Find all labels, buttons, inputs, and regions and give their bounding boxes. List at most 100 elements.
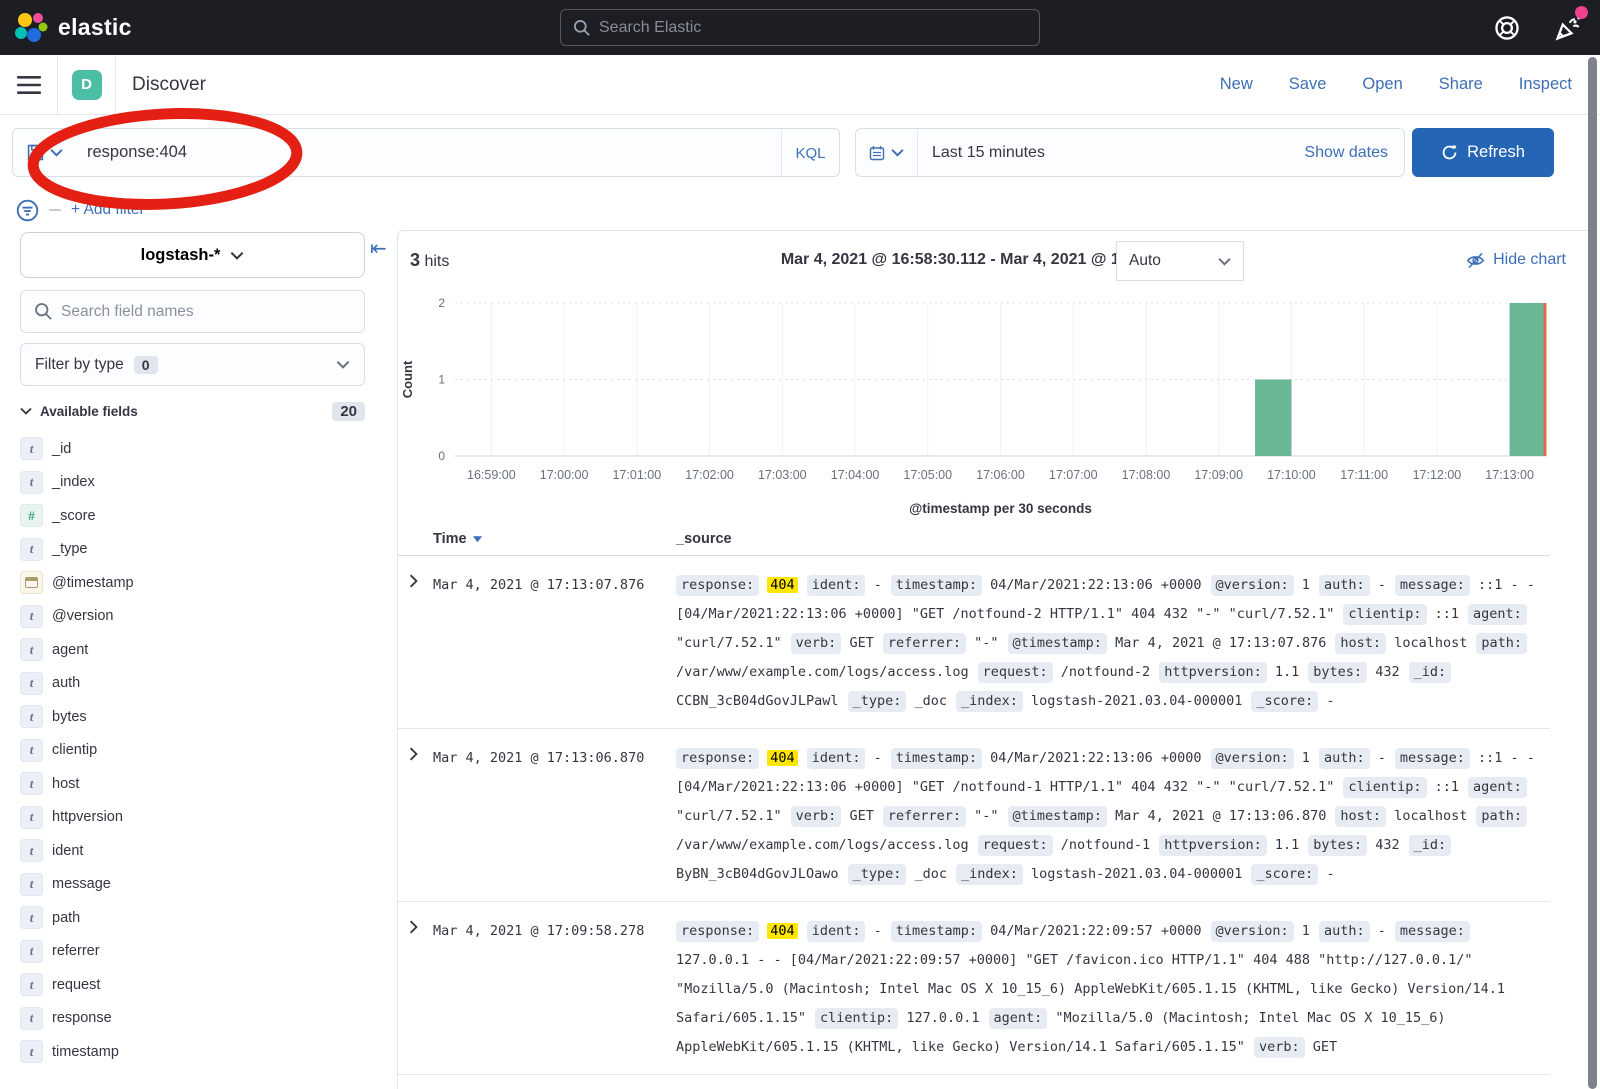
elastic-logo[interactable]: elastic <box>0 11 132 45</box>
string-field-icon: t <box>20 839 43 862</box>
string-field-icon: t <box>20 605 43 628</box>
hide-chart-button[interactable]: Hide chart <box>1466 251 1566 270</box>
svg-text:17:03:00: 17:03:00 <box>758 468 807 482</box>
query-language-button[interactable]: KQL <box>781 129 839 176</box>
histogram-chart[interactable]: 01216:59:0017:00:0017:01:0017:02:0017:03… <box>398 291 1553 534</box>
collapse-sidebar-icon[interactable]: ⇤ <box>370 236 387 261</box>
field-name: timestamp <box>52 1044 119 1060</box>
expand-row-icon[interactable] <box>398 571 433 716</box>
svg-text:17:12:00: 17:12:00 <box>1413 468 1462 482</box>
field-item-clientip[interactable]: tclientip <box>20 734 380 768</box>
source-field: _index: logstash-2021.03.04-000001 <box>956 866 1242 882</box>
source-field: ident: - <box>807 923 882 939</box>
scrollbar-thumb[interactable] <box>1588 57 1597 1089</box>
available-fields-toggle[interactable]: Available fields 20 <box>20 398 365 424</box>
help-icon[interactable] <box>1494 15 1520 41</box>
table-row: Mar 4, 2021 @ 17:09:58.278response: 404 i… <box>398 902 1550 1075</box>
global-search-input[interactable] <box>599 10 1029 45</box>
field-item-_score[interactable]: #_score <box>20 499 380 533</box>
index-pattern-switcher[interactable]: logstash-* <box>20 232 365 278</box>
svg-text:0: 0 <box>438 449 445 463</box>
svg-text:17:01:00: 17:01:00 <box>612 468 661 482</box>
source-field: _type: _doc <box>848 866 947 882</box>
filter-icon[interactable] <box>16 199 39 222</box>
global-search[interactable] <box>560 9 1040 46</box>
query-input[interactable] <box>77 129 781 176</box>
expand-row-icon[interactable] <box>398 744 433 889</box>
field-item-agent[interactable]: tagent <box>20 633 380 667</box>
discover-app-badge[interactable]: D <box>72 70 102 100</box>
expand-row-icon[interactable] <box>398 917 433 1062</box>
field-item-timestamp[interactable]: ttimestamp <box>20 1035 380 1069</box>
source-field: ident: - <box>807 750 882 766</box>
string-field-icon: t <box>20 437 43 460</box>
field-item-request[interactable]: trequest <box>20 968 380 1002</box>
field-item-_id[interactable]: t_id <box>20 432 380 466</box>
type-filter-count: 0 <box>134 356 158 374</box>
field-item-message[interactable]: t message <box>20 868 380 902</box>
svg-text:17:00:00: 17:00:00 <box>540 468 589 482</box>
chevron-down-icon <box>20 407 32 415</box>
field-item-httpversion[interactable]: thttpversion <box>20 801 380 835</box>
eye-slash-icon <box>1466 251 1485 270</box>
field-name: agent <box>52 642 88 658</box>
source-field: timestamp: 04/Mar/2021:22:09:57 +0000 <box>891 923 1202 939</box>
row-timestamp: Mar 4, 2021 @ 17:09:58.278 <box>433 917 676 1062</box>
svg-text:17:09:00: 17:09:00 <box>1194 468 1243 482</box>
add-filter-button[interactable]: + Add filter <box>71 201 145 219</box>
field-item-bytes[interactable]: tbytes <box>20 700 380 734</box>
save-button[interactable]: Save <box>1289 75 1327 94</box>
source-field: verb: GET <box>791 808 874 824</box>
saved-query-menu-button[interactable] <box>13 129 77 176</box>
filter-by-type[interactable]: Filter by type 0 <box>20 343 365 386</box>
field-item-@timestamp[interactable]: @timestamp <box>20 566 380 600</box>
new-button[interactable]: New <box>1220 75 1253 94</box>
svg-text:17:06:00: 17:06:00 <box>976 468 1025 482</box>
interval-select[interactable]: Auto <box>1116 241 1244 281</box>
date-picker-menu-button[interactable] <box>856 129 918 176</box>
string-field-icon: t <box>20 873 43 896</box>
global-header: elastic <box>0 0 1600 55</box>
source-field: response: 404 <box>676 923 798 939</box>
field-item-referrer[interactable]: treferrer <box>20 935 380 969</box>
field-name: message <box>52 876 111 892</box>
share-button[interactable]: Share <box>1439 75 1483 94</box>
time-range-value[interactable]: Last 15 minutes <box>932 144 1045 162</box>
open-button[interactable]: Open <box>1362 75 1402 94</box>
show-dates-button[interactable]: Show dates <box>1304 144 1388 162</box>
menu-button[interactable] <box>0 55 58 114</box>
field-item-ident[interactable]: tident <box>20 834 380 868</box>
field-item-host[interactable]: thost <box>20 767 380 801</box>
field-list: t_idt_index#_scoret_type@timestampt@vers… <box>20 432 380 1069</box>
inspect-button[interactable]: Inspect <box>1519 75 1572 94</box>
save-query-icon <box>27 144 44 161</box>
hits-count: 3 hits <box>410 250 449 271</box>
field-item-path[interactable]: tpath <box>20 901 380 935</box>
row-source: response: 404 ident: - timestamp: 04/Mar/2… <box>676 917 1550 1062</box>
documents-table: Time _source Mar 4, 2021 @ 17:13:07.876r… <box>398 531 1550 1075</box>
field-search[interactable] <box>20 290 365 333</box>
number-field-icon: # <box>20 504 43 527</box>
field-search-input[interactable] <box>61 291 356 332</box>
field-name: _type <box>52 541 87 557</box>
string-field-icon: t <box>20 1007 43 1030</box>
field-name: httpversion <box>52 809 123 825</box>
field-item-auth[interactable]: tauth <box>20 667 380 701</box>
source-field: host: localhost <box>1335 808 1467 824</box>
field-name: bytes <box>52 709 87 725</box>
time-column-header[interactable]: Time <box>433 531 676 547</box>
field-name: ident <box>52 843 83 859</box>
filter-bar: + Add filter <box>0 190 1600 230</box>
source-field: httpversion: 1.1 <box>1159 837 1299 853</box>
field-item-response[interactable]: tresponse <box>20 1002 380 1036</box>
refresh-button[interactable]: Refresh <box>1412 128 1554 177</box>
field-item-_type[interactable]: t_type <box>20 533 380 567</box>
svg-text:2: 2 <box>438 296 445 310</box>
source-field: host: localhost <box>1335 635 1467 651</box>
source-field: _type: _doc <box>848 693 947 709</box>
source-field: ident: - <box>807 577 882 593</box>
source-field: bytes: 432 <box>1308 837 1399 853</box>
field-item-_index[interactable]: t_index <box>20 466 380 500</box>
sort-desc-icon <box>472 535 483 543</box>
field-item-@version[interactable]: t@version <box>20 600 380 634</box>
